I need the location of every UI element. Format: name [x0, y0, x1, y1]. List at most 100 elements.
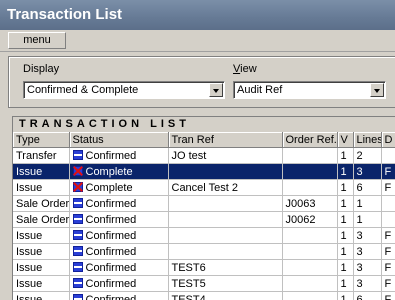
cell-tran-ref [168, 243, 283, 260]
col-header-tran-ref[interactable]: Tran Ref [168, 132, 283, 148]
cell-lines: 2 [353, 147, 382, 164]
status-label: Complete [85, 181, 133, 194]
table-row[interactable]: Transfer Confirmed JO test 1 2 [13, 147, 395, 164]
cell-tran-ref: Cancel Test 2 [168, 179, 283, 196]
cell-d: F [381, 275, 395, 292]
cell-v: 1 [337, 179, 354, 196]
cell-type: Issue [13, 275, 70, 292]
confirmed-icon [72, 245, 83, 256]
menu-bar: menu [0, 30, 395, 52]
cell-tran-ref [168, 195, 283, 212]
cell-status: Confirmed [69, 227, 169, 244]
display-select[interactable]: Confirmed & Complete [23, 81, 225, 99]
cell-status: Confirmed [69, 147, 169, 164]
complete-icon [72, 181, 83, 192]
cell-type: Transfer [13, 147, 70, 164]
confirmed-icon [72, 229, 83, 240]
status-label: Confirmed [85, 213, 137, 226]
cell-status: Confirmed [69, 243, 169, 260]
cell-status: Confirmed [69, 275, 169, 292]
cell-d: F [381, 243, 395, 260]
cell-order-ref [282, 179, 338, 196]
view-select-value: Audit Ref [237, 84, 283, 96]
cell-lines: 1 [353, 195, 382, 212]
confirmed-icon [72, 197, 83, 208]
table-row[interactable]: Issue Complete Cancel Test 2 16F [13, 179, 395, 196]
table-row[interactable]: Issue Complete 1 3 F [13, 163, 395, 180]
status-label: Confirmed [85, 229, 137, 242]
display-label: Display [23, 63, 60, 75]
status-label: Confirmed [85, 293, 137, 300]
transaction-list: TRANSACTION LIST Type Status Tran Ref Or… [12, 116, 395, 300]
cell-v: 1 [337, 195, 354, 212]
transaction-table: Type Status Tran Ref Order Ref. V Lines … [13, 132, 395, 300]
menu-button[interactable]: menu [8, 32, 66, 49]
cell-lines: 1 [353, 211, 382, 228]
view-select[interactable]: Audit Ref [233, 81, 386, 99]
cell-d [381, 147, 395, 164]
status-label: Confirmed [85, 261, 137, 274]
cell-lines: 3 [353, 227, 382, 244]
table-row[interactable]: Sale Order Confirmed J0062 1 1 [13, 211, 395, 228]
cell-type: Sale Order [13, 211, 70, 228]
cell-v: 1 [337, 259, 354, 276]
chevron-down-icon[interactable] [370, 83, 384, 97]
col-header-lines[interactable]: Lines [353, 132, 382, 148]
display-select-value: Confirmed & Complete [27, 84, 139, 96]
window-title: Transaction List [0, 0, 395, 30]
col-header-order-ref[interactable]: Order Ref. [282, 132, 338, 148]
cell-status: Confirmed [69, 259, 169, 276]
cell-lines: 3 [353, 243, 382, 260]
table-row[interactable]: Issue Confirmed TEST5 1 3 F [13, 275, 395, 292]
cell-tran-ref [168, 211, 283, 228]
cell-v: 1 [337, 275, 354, 292]
status-label: Complete [85, 165, 133, 178]
cell-order-ref: J0063 [282, 195, 338, 212]
table-row[interactable]: Issue Confirmed 1 3 F [13, 243, 395, 260]
col-header-type[interactable]: Type [13, 132, 70, 148]
cell-order-ref [282, 275, 338, 292]
status-label: Confirmed [85, 197, 137, 210]
cell-type: Issue [13, 243, 70, 260]
table-row[interactable]: Issue Confirmed 1 3 F [13, 227, 395, 244]
cell-d: F [381, 227, 395, 244]
cell-order-ref [282, 147, 338, 164]
cell-lines: 6 [353, 291, 382, 300]
confirmed-icon [72, 213, 83, 224]
cell-v: 1 [337, 291, 354, 300]
cell-status: Confirmed [69, 291, 169, 300]
cell-lines: 6 [353, 179, 382, 196]
cell-type: Issue [13, 259, 70, 276]
col-header-status[interactable]: Status [69, 132, 169, 148]
chevron-down-icon[interactable] [209, 83, 223, 97]
cell-status: Confirmed [69, 211, 169, 228]
col-header-d[interactable]: D [381, 132, 395, 148]
cell-order-ref: J0062 [282, 211, 338, 228]
cell-order-ref [282, 243, 338, 260]
cell-tran-ref [168, 163, 283, 180]
cell-v: 1 [337, 243, 354, 260]
table-header-row: Type Status Tran Ref Order Ref. V Lines … [13, 132, 395, 148]
table-row[interactable]: Issue Confirmed TEST4 1 6 F [13, 291, 395, 300]
cell-order-ref [282, 227, 338, 244]
confirmed-icon [72, 293, 83, 300]
status-label: Confirmed [85, 149, 137, 162]
cell-d [381, 195, 395, 212]
cell-tran-ref: TEST4 [168, 291, 283, 300]
cell-tran-ref: JO test [168, 147, 283, 164]
cell-lines: 3 [353, 163, 382, 180]
confirmed-icon [72, 277, 83, 288]
cell-d: F [381, 259, 395, 276]
cell-order-ref [282, 259, 338, 276]
status-label: Confirmed [85, 245, 137, 258]
cell-status: Complete [69, 163, 169, 180]
col-header-v[interactable]: V [337, 132, 354, 148]
cell-type: Issue [13, 163, 70, 180]
table-row[interactable]: Sale Order Confirmed J0063 1 1 [13, 195, 395, 212]
cell-order-ref [282, 163, 338, 180]
cell-order-ref [282, 291, 338, 300]
cell-v: 1 [337, 227, 354, 244]
list-title: TRANSACTION LIST [13, 117, 395, 132]
view-label: View [233, 63, 257, 75]
table-row[interactable]: Issue Confirmed TEST6 1 3 F [13, 259, 395, 276]
